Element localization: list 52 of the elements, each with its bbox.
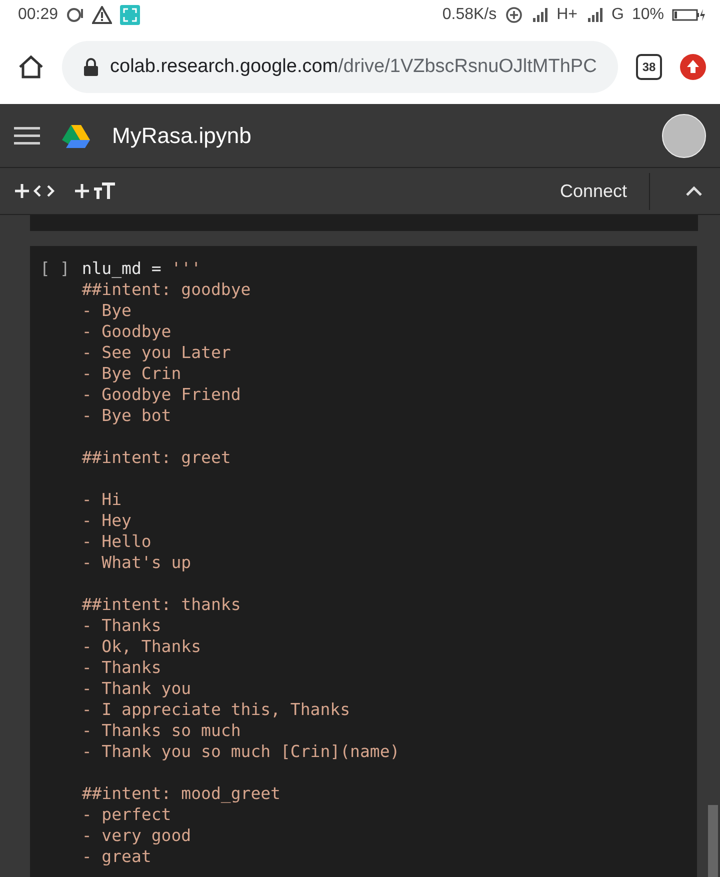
screenshot-icon	[120, 5, 140, 25]
code-line: - Goodbye	[82, 321, 172, 342]
home-icon[interactable]	[18, 55, 44, 79]
code-line: - Thank you so much [Crin](name)	[82, 741, 400, 762]
code-line: ##intent: mood_greet	[82, 783, 282, 804]
battery-charging-icon	[672, 8, 706, 22]
tab-count-button[interactable]: 38	[636, 54, 662, 80]
address-bar[interactable]: colab.research.google.com/drive/1VZbscRsnuOJltMThPC	[62, 41, 618, 93]
code-line: - Thanks	[82, 615, 162, 636]
network-type: H+	[556, 6, 578, 24]
code-line: - Goodbye Friend	[82, 384, 242, 405]
code-line: - perfect	[82, 804, 172, 825]
add-code-icon[interactable]	[14, 182, 56, 200]
notebook-title[interactable]: MyRasa.ipynb	[112, 122, 640, 148]
code-line: nlu_md = '''	[82, 258, 202, 279]
drive-logo-icon	[62, 124, 90, 148]
code-line: - Thanks so much	[82, 720, 242, 741]
code-line: - Hey	[82, 510, 132, 531]
code-line: - great	[82, 846, 152, 867]
warning-icon	[92, 6, 112, 24]
clock-time: 00:29	[18, 6, 58, 24]
code-line: - Thanks	[82, 657, 162, 678]
code-line: - I appreciate this, Thanks	[82, 699, 352, 720]
upload-icon[interactable]	[680, 54, 706, 80]
code-line: - What's up	[82, 552, 192, 573]
notification-icon	[66, 6, 84, 24]
data-saver-icon	[504, 6, 523, 24]
connect-button[interactable]: Connect	[538, 172, 650, 210]
code-line: ##intent: thanks	[82, 594, 242, 615]
battery-level: 10%	[632, 6, 664, 24]
code-line: - Ok, Thanks	[82, 636, 202, 657]
code-line: - Hello	[82, 531, 152, 552]
signal-icon	[586, 7, 604, 23]
code-line: - Bye	[82, 300, 132, 321]
code-line: - Bye Crin	[82, 363, 182, 384]
menu-icon[interactable]	[14, 126, 40, 144]
code-line: - very good	[82, 825, 192, 846]
code-line: - Thank you	[82, 678, 192, 699]
code-line: - Hi	[82, 489, 123, 510]
network-type: G	[612, 6, 624, 24]
run-cell-button[interactable]: [ ]	[40, 258, 70, 279]
lock-icon	[84, 58, 98, 76]
code-line: - Bye bot	[82, 405, 172, 426]
code-line: ##intent: goodbye	[82, 279, 252, 300]
user-avatar[interactable]	[662, 114, 706, 158]
scrollbar-thumb[interactable]	[708, 805, 718, 877]
network-speed: 0.58K/s	[442, 6, 497, 24]
add-text-icon[interactable]	[74, 182, 116, 200]
signal-icon	[530, 7, 549, 23]
code-line: ##intent: greet	[82, 447, 232, 468]
url-text: colab.research.google.com/drive/1VZbscRsnuOJltMThPC	[110, 56, 597, 78]
code-line: - See you Later	[82, 342, 232, 363]
